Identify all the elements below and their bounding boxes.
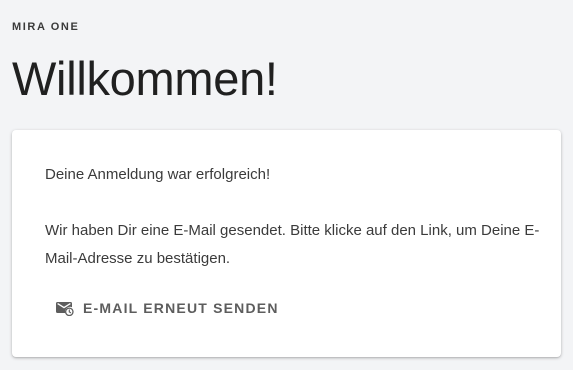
brand-label: MIRA ONE	[12, 21, 80, 33]
mail-schedule-icon	[56, 300, 74, 316]
resend-email-button[interactable]: E-MAIL ERNEUT SENDEN	[47, 292, 288, 324]
success-message: Deine Anmeldung war erfolgreich!	[45, 166, 271, 183]
confirmation-card: Deine Anmeldung war erfolgreich! Wir hab…	[12, 130, 561, 357]
instructions-message: Wir haben Dir eine E-Mail gesendet. Bitt…	[45, 222, 540, 267]
page-title: Willkommen!	[12, 52, 278, 105]
resend-email-label: E-MAIL ERNEUT SENDEN	[83, 300, 279, 316]
